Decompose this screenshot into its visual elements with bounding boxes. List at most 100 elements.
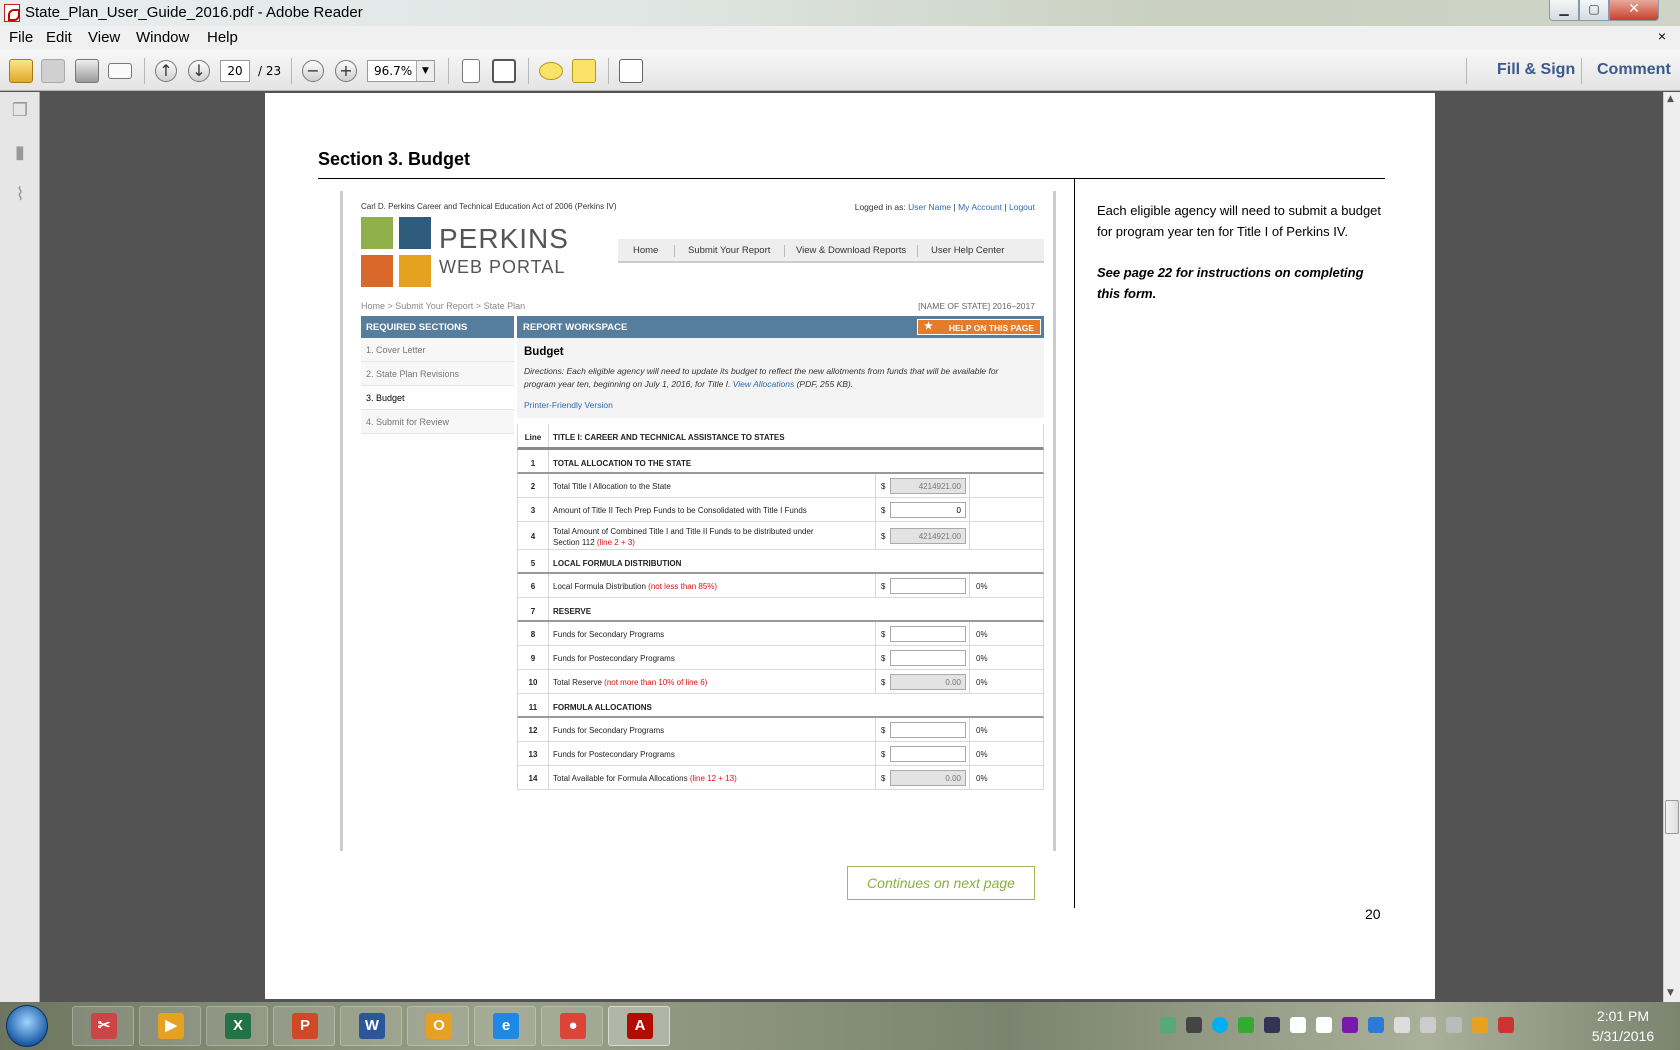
table-row: 10 Total Reserve (not more than 10% of li… — [517, 670, 1044, 694]
network-icon[interactable] — [1160, 1017, 1176, 1033]
taskbar-app[interactable]: O — [407, 1006, 469, 1046]
menu-view[interactable]: View — [88, 29, 120, 46]
page-number-input[interactable]: 20 — [220, 60, 250, 82]
device-icon[interactable] — [1290, 1017, 1306, 1033]
minimize-button[interactable]: ▁ — [1549, 0, 1579, 21]
vertical-scrollbar[interactable]: ▲ ▼ — [1663, 92, 1680, 1002]
clock[interactable]: 2:01 PM 5/31/2016 — [1578, 1006, 1668, 1046]
print-icon[interactable] — [75, 59, 99, 83]
scrollbar-thumb[interactable] — [1665, 800, 1679, 834]
taskbar-app[interactable]: A — [608, 1006, 670, 1046]
chevron-down-icon[interactable]: ▼ — [416, 61, 434, 81]
comment-bubble-icon[interactable] — [539, 62, 563, 80]
row-label-text: Total Amount of Combined Title I and Tit… — [553, 527, 814, 536]
amount-input[interactable] — [890, 650, 966, 666]
row-note: (not more than 10% of line 6) — [604, 678, 708, 687]
nav-submit-report[interactable]: Submit Your Report — [688, 245, 770, 256]
satellite-icon[interactable] — [1186, 1017, 1202, 1033]
highlight-icon[interactable] — [572, 59, 596, 83]
internet-explorer-icon: e — [493, 1013, 519, 1039]
attachments-icon[interactable]: ⌇ — [10, 184, 30, 206]
row-label: Local Formula Distribution (not less tha… — [553, 582, 717, 591]
user-name-link[interactable]: User Name — [908, 202, 951, 212]
chat-icon[interactable] — [1316, 1017, 1332, 1033]
skype-icon[interactable] — [1212, 1017, 1228, 1033]
display-icon[interactable] — [1264, 1017, 1280, 1033]
open-icon[interactable] — [9, 59, 33, 83]
start-button[interactable] — [6, 1005, 48, 1047]
powerpoint-icon: P — [292, 1013, 318, 1039]
pages-icon[interactable]: ❐ — [10, 100, 30, 122]
row-label: Total Amount of Combined Title I and Tit… — [553, 526, 814, 548]
close-document-button[interactable]: × — [1658, 28, 1666, 44]
section-submit-review[interactable]: 4. Submit for Review — [361, 410, 514, 434]
amount-input[interactable] — [890, 626, 966, 642]
maximize-button[interactable]: ▢ — [1579, 0, 1609, 21]
section-budget[interactable]: 3. Budget — [361, 386, 514, 410]
outlook-tray-icon[interactable] — [1472, 1017, 1488, 1033]
table-row: 6 Local Formula Distribution (not less th… — [517, 574, 1044, 598]
help-on-this-page-button[interactable]: ★ HELP ON THIS PAGE — [917, 319, 1041, 335]
onenote-icon[interactable] — [1342, 1017, 1358, 1033]
row-label: Funds for Postecondary Programs — [553, 750, 675, 759]
nav-help-center[interactable]: User Help Center — [931, 245, 1004, 256]
nav-home[interactable]: Home — [633, 245, 658, 256]
taskbar-app[interactable]: P — [273, 1006, 335, 1046]
currency-symbol: $ — [881, 582, 886, 591]
section-plan-revisions[interactable]: 2. State Plan Revisions — [361, 362, 514, 386]
currency-symbol: $ — [881, 506, 886, 515]
save-icon[interactable] — [41, 59, 65, 83]
sync-icon[interactable] — [1368, 1017, 1384, 1033]
menu-bar: File Edit View Window Help × — [0, 26, 1680, 50]
amount-input[interactable]: 0 — [890, 502, 966, 518]
view-allocations-link[interactable]: View Allocations — [733, 379, 794, 389]
scroll-down-icon[interactable]: ▼ — [1667, 988, 1674, 998]
logout-link[interactable]: Logout — [1009, 202, 1035, 212]
zoom-select[interactable]: 96.7% ▼ — [367, 60, 435, 82]
taskbar-app[interactable]: ✂ — [72, 1006, 134, 1046]
menu-file[interactable]: File — [9, 29, 33, 46]
zoom-out-icon[interactable]: − — [302, 60, 324, 82]
breadcrumb[interactable]: Home > Submit Your Report > State Plan — [361, 301, 525, 311]
mcafee-icon[interactable] — [1498, 1017, 1514, 1033]
line-number: 14 — [518, 766, 549, 789]
close-window-button[interactable]: ✕ — [1609, 0, 1659, 21]
printer-friendly-link[interactable]: Printer-Friendly Version — [524, 400, 613, 410]
menu-window[interactable]: Window — [136, 29, 189, 46]
next-page-icon[interactable]: ↓ — [188, 60, 210, 82]
pen-icon[interactable] — [1446, 1017, 1462, 1033]
full-screen-icon[interactable] — [619, 59, 643, 83]
menu-help[interactable]: Help — [207, 29, 238, 46]
scroll-up-icon[interactable]: ▲ — [1667, 94, 1674, 104]
taskbar-app[interactable]: ● — [541, 1006, 603, 1046]
comment-button[interactable]: Comment — [1597, 61, 1671, 79]
my-account-link[interactable]: My Account — [958, 202, 1002, 212]
section-cover-letter[interactable]: 1. Cover Letter — [361, 338, 514, 362]
taskbar-app[interactable]: W — [340, 1006, 402, 1046]
bookmarks-icon[interactable]: ▮ — [10, 142, 30, 164]
scroll-mode-icon[interactable] — [462, 59, 480, 83]
taskbar-app[interactable]: e — [474, 1006, 536, 1046]
table-row: 2 Total Title I Allocation to the State $4… — [517, 474, 1044, 498]
fit-page-icon[interactable] — [492, 59, 516, 83]
volume-icon[interactable] — [1394, 1017, 1410, 1033]
status-icon[interactable] — [1238, 1017, 1254, 1033]
taskbar-app[interactable]: ▶ — [139, 1006, 201, 1046]
amount-input[interactable] — [890, 578, 966, 594]
currency-symbol: $ — [881, 654, 886, 663]
budget-intro: Budget Directions: Each eligible agency … — [517, 338, 1044, 418]
email-icon[interactable] — [108, 63, 132, 79]
amount-input[interactable] — [890, 722, 966, 738]
taskbar-app[interactable]: X — [206, 1006, 268, 1046]
star-icon: ★ — [924, 321, 933, 332]
amount-cell: $4214921.00 — [875, 522, 970, 549]
report-workspace-header: REPORT WORKSPACE ★ HELP ON THIS PAGE — [517, 316, 1044, 338]
zoom-in-icon[interactable]: + — [335, 60, 357, 82]
menu-edit[interactable]: Edit — [46, 29, 72, 46]
fill-and-sign-button[interactable]: Fill & Sign — [1497, 61, 1575, 79]
prev-page-icon[interactable]: ↑ — [155, 60, 177, 82]
nav-view-download[interactable]: View & Download Reports — [796, 245, 906, 256]
row-label-text: Amount of Title II Tech Prep Funds to be… — [553, 506, 807, 515]
amount-input[interactable] — [890, 746, 966, 762]
monitor-icon[interactable] — [1420, 1017, 1436, 1033]
